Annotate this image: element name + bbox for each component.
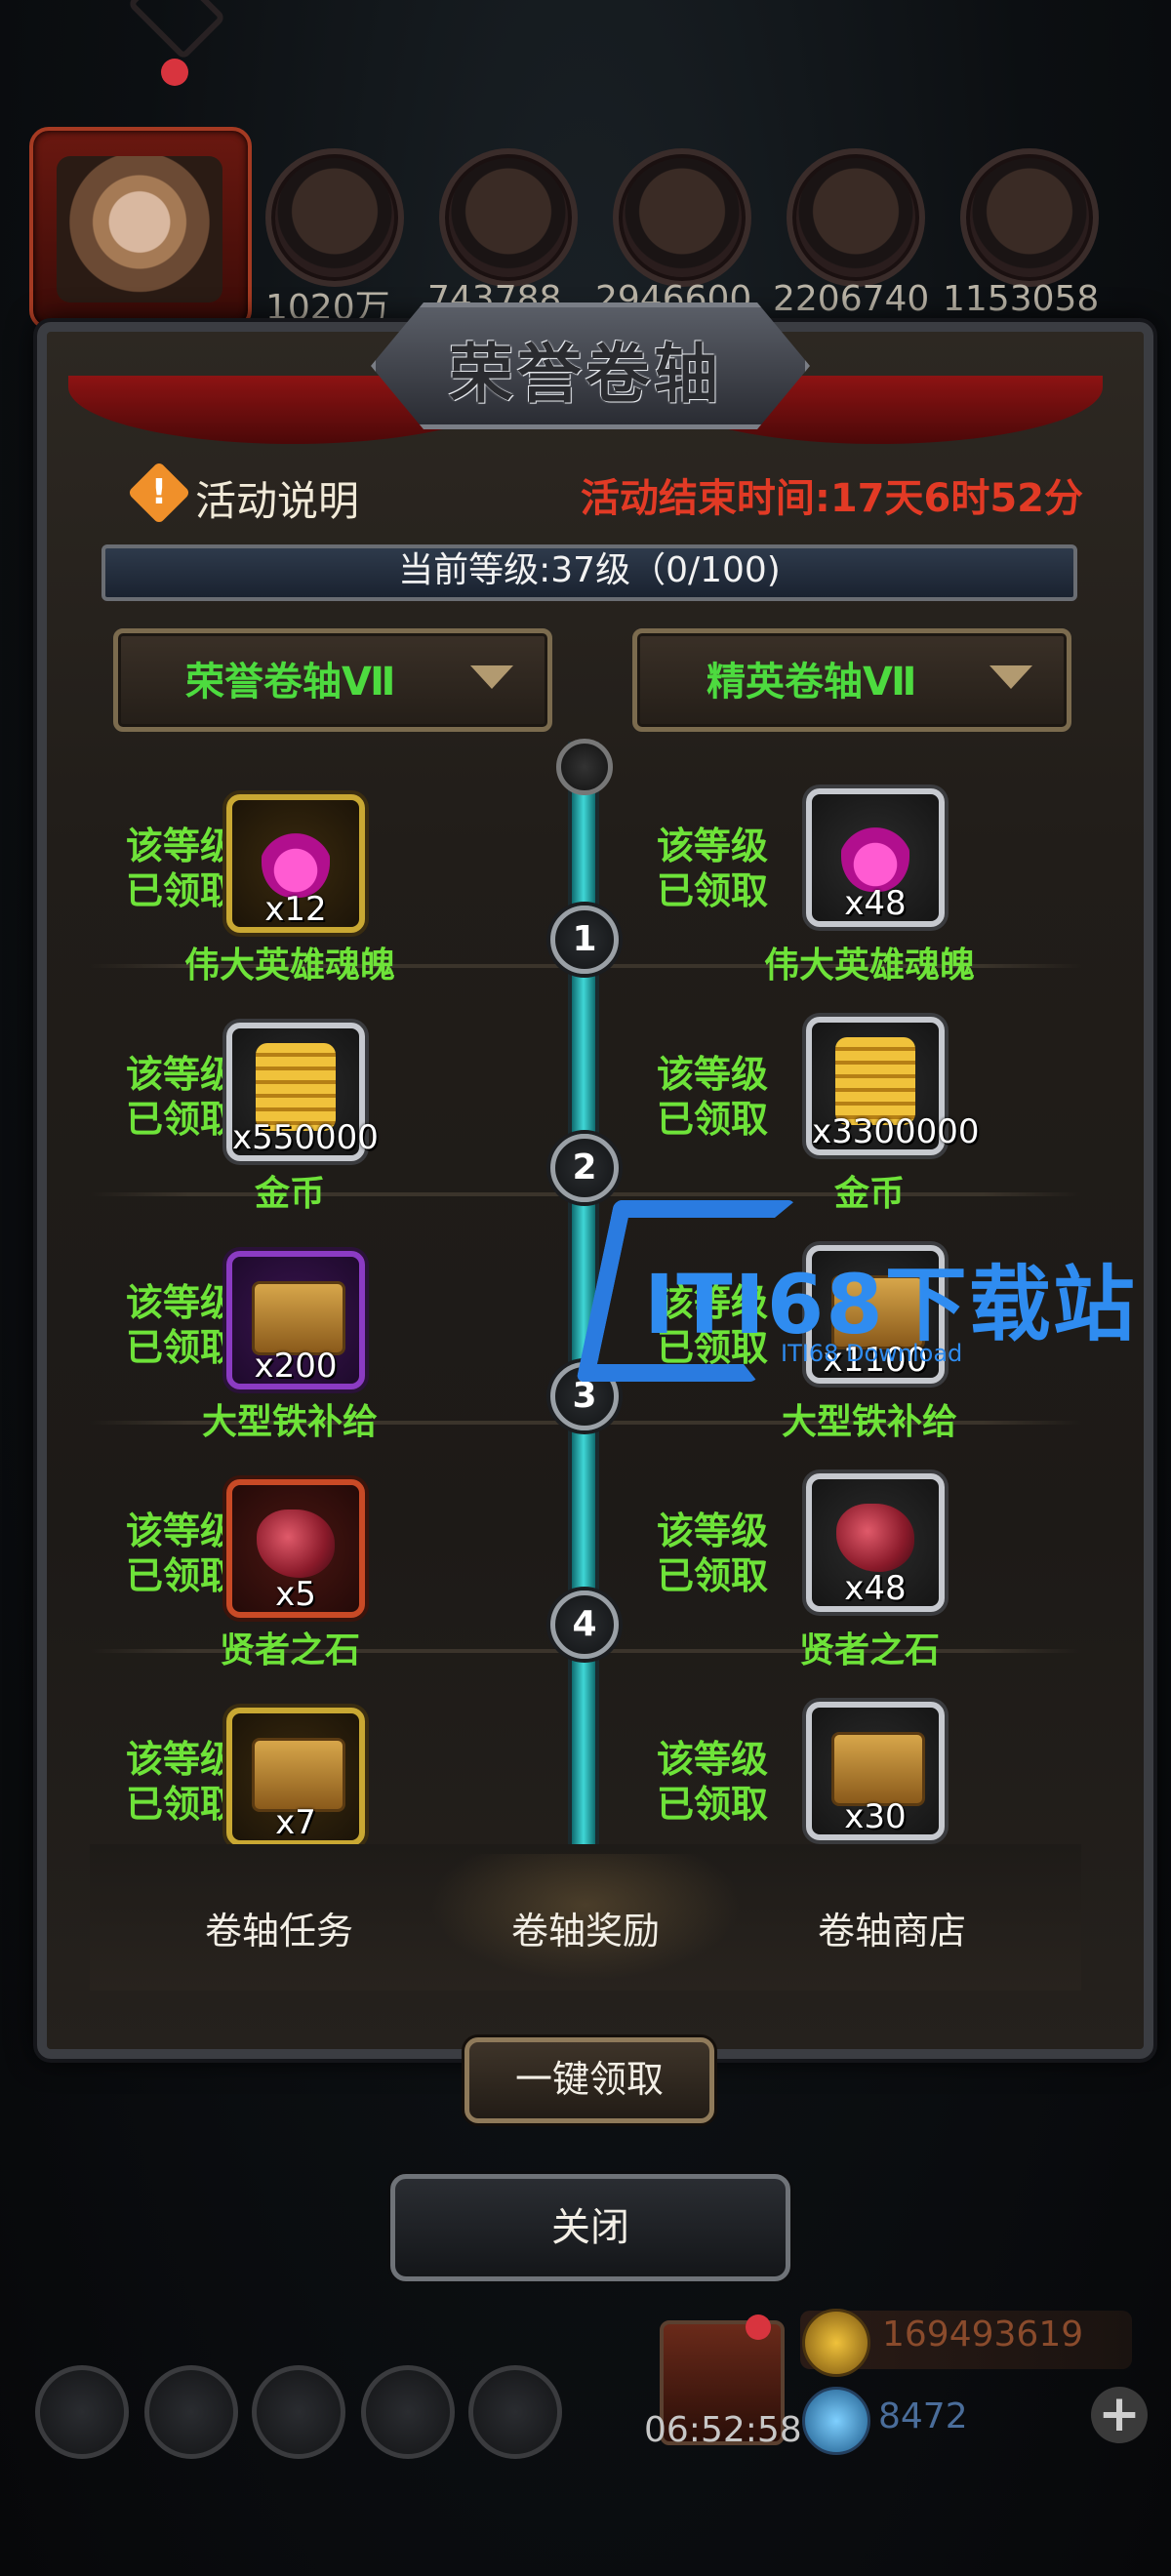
reward-quantity: x30 — [844, 1797, 907, 1836]
reward-item-slot[interactable]: x12 — [226, 794, 365, 933]
reward-item-slot[interactable]: x200 — [226, 1251, 365, 1389]
reward-quantity: x48 — [844, 884, 907, 923]
gold-amount: 169493619 — [882, 2314, 1084, 2355]
reward-item-slot[interactable]: x30 — [806, 1702, 945, 1840]
activity-timer: 活动结束时间:17天6时52分 — [580, 476, 1083, 521]
star-icon[interactable] — [144, 2365, 238, 2459]
avatar[interactable] — [57, 156, 222, 302]
reward-quantity: x7 — [275, 1803, 316, 1842]
chest-item-icon — [252, 1281, 345, 1355]
soul-item-icon — [262, 820, 330, 898]
add-gems-button[interactable]: + — [1091, 2387, 1148, 2443]
mail-icon[interactable] — [361, 2365, 455, 2459]
level-node: 2 — [550, 1134, 619, 1202]
chevron-down-icon — [989, 665, 1032, 689]
claim-all-label: 一键领取 — [514, 2058, 664, 2101]
wood-resource-icon[interactable] — [439, 148, 578, 287]
notification-dot — [161, 59, 188, 86]
reward-quantity: x3300000 — [812, 1112, 980, 1151]
tab-scroll-shop[interactable]: 卷轴商店 — [746, 1901, 1038, 1954]
level-node: 1 — [550, 906, 619, 974]
reward-item-slot[interactable]: x48 — [806, 1473, 945, 1612]
gem-icon — [802, 2387, 870, 2455]
reward-item-slot[interactable]: x550000 — [226, 1023, 379, 1161]
reward-quantity: x48 — [844, 1569, 907, 1608]
tab-scroll-tasks[interactable]: 卷轴任务 — [133, 1901, 425, 1954]
reward-item-slot[interactable]: x5 — [226, 1479, 365, 1618]
reward-quantity: x200 — [254, 1347, 338, 1386]
watermark-subtext: ITI68 Download — [781, 1340, 963, 1367]
activity-info-link[interactable]: 活动说明 — [195, 468, 359, 528]
honor-scroll-select-label: 荣誉卷轴Ⅶ — [185, 660, 396, 704]
stone-item-icon — [257, 1509, 335, 1578]
exclamation-icon: ! — [150, 472, 168, 512]
stone-item-icon — [836, 1504, 914, 1572]
chest-item-icon — [831, 1732, 925, 1806]
gift-timer: 06:52:58 — [644, 2410, 802, 2450]
emblem-icon[interactable] — [252, 2365, 345, 2459]
resource-value: 1153058 — [943, 279, 1100, 319]
reward-item-slot[interactable]: x7 — [226, 1708, 365, 1844]
close-label: 关闭 — [551, 2205, 629, 2250]
chest-item-icon — [252, 1738, 345, 1812]
resource-value: 2206740 — [773, 279, 930, 319]
settings-gear-icon[interactable] — [35, 2365, 129, 2459]
gold-coin-icon — [802, 2309, 870, 2377]
hammer-icon[interactable] — [468, 2365, 562, 2459]
tab-scroll-rewards[interactable]: 卷轴奖励 — [439, 1901, 732, 1954]
reward-quantity: x550000 — [232, 1118, 379, 1157]
reward-item-slot[interactable]: x3300000 — [806, 1017, 980, 1155]
panel-title: 荣誉卷轴 — [449, 336, 722, 412]
iron-resource-icon[interactable] — [613, 148, 751, 287]
gem-amount: 8472 — [878, 2396, 968, 2436]
track-cap — [556, 739, 613, 795]
soul-item-icon — [841, 814, 909, 892]
notification-dot — [746, 2314, 771, 2340]
reward-quantity: x5 — [275, 1575, 316, 1614]
food-resource-icon[interactable] — [265, 148, 404, 287]
elite-scroll-select-label: 精英卷轴Ⅶ — [707, 660, 917, 704]
chevron-down-icon — [470, 665, 513, 689]
reward-item-slot[interactable]: x48 — [806, 788, 945, 927]
level-progress-text: 当前等级:37级（0/100) — [398, 550, 781, 590]
reward-quantity: x12 — [264, 890, 327, 929]
steel-resource-icon[interactable] — [960, 148, 1099, 287]
crystal-resource-icon[interactable] — [787, 148, 925, 287]
level-node: 4 — [550, 1590, 619, 1659]
